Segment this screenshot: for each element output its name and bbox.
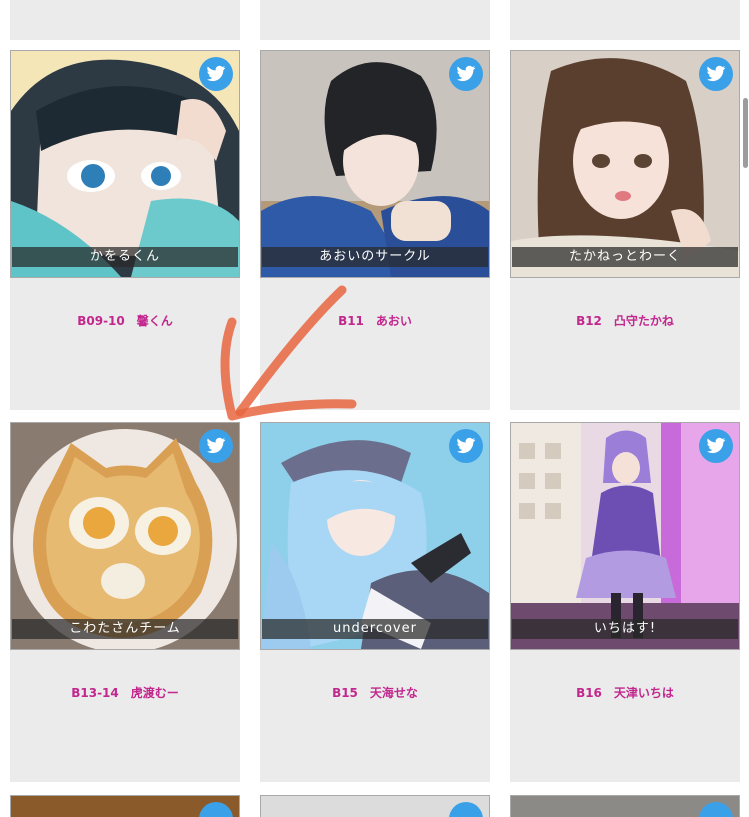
scrollbar-thumb[interactable]: [743, 98, 748, 168]
circle-card[interactable]: こわたさんチーム B13-14 虎渡むー: [10, 422, 240, 782]
circle-card[interactable]: かをるくん B09-10 馨くん: [10, 50, 240, 410]
circle-thumbnail[interactable]: undercover: [260, 422, 490, 650]
booth-caption[interactable]: B13-14 虎渡むー: [10, 684, 240, 701]
twitter-bird-icon: [706, 437, 726, 454]
circle-thumbnail[interactable]: こわたさんチーム: [10, 422, 240, 650]
twitter-bird-icon: [706, 65, 726, 82]
booth-caption[interactable]: B09-10 馨くん: [10, 312, 240, 329]
circle-thumbnail[interactable]: あおいのサークル: [260, 50, 490, 278]
circle-card[interactable]: あおいのサークル B11 あおい: [260, 50, 490, 410]
twitter-link[interactable]: [199, 57, 233, 91]
next-card-thumbnail[interactable]: [10, 795, 240, 817]
twitter-link[interactable]: [699, 57, 733, 91]
circle-thumbnail[interactable]: たかねっとわーく: [510, 50, 740, 278]
twitter-link[interactable]: [699, 802, 733, 817]
twitter-bird-icon: [456, 65, 476, 82]
twitter-link[interactable]: [199, 429, 233, 463]
circle-name: いちはす!: [512, 619, 738, 639]
next-card-thumbnail[interactable]: [510, 795, 740, 817]
booth-caption[interactable]: B15 天海せな: [260, 684, 490, 701]
booth-caption[interactable]: B12 凸守たかね: [510, 312, 740, 329]
circle-thumbnail[interactable]: いちはす!: [510, 422, 740, 650]
booth-caption[interactable]: B11 あおい: [260, 312, 490, 329]
twitter-bird-icon: [456, 437, 476, 454]
circle-name: たかねっとわーく: [512, 247, 738, 267]
circle-name: かをるくん: [12, 247, 238, 267]
next-card-thumbnail[interactable]: [260, 795, 490, 817]
circle-thumbnail[interactable]: かをるくん: [10, 50, 240, 278]
previous-card-bottom: [10, 0, 240, 40]
previous-card-bottom: [260, 0, 490, 40]
twitter-link[interactable]: [449, 802, 483, 817]
previous-card-bottom: [510, 0, 740, 40]
twitter-link[interactable]: [199, 802, 233, 817]
twitter-link[interactable]: [449, 429, 483, 463]
twitter-link[interactable]: [449, 57, 483, 91]
circle-name: undercover: [262, 619, 488, 639]
circle-card[interactable]: たかねっとわーく B12 凸守たかね: [510, 50, 740, 410]
twitter-bird-icon: [206, 437, 226, 454]
circle-name: こわたさんチーム: [12, 619, 238, 639]
circle-card[interactable]: undercover B15 天海せな: [260, 422, 490, 782]
twitter-link[interactable]: [699, 429, 733, 463]
circle-name: あおいのサークル: [262, 247, 488, 267]
circle-card[interactable]: いちはす! B16 天津いちは: [510, 422, 740, 782]
twitter-bird-icon: [206, 65, 226, 82]
booth-caption[interactable]: B16 天津いちは: [510, 684, 740, 701]
